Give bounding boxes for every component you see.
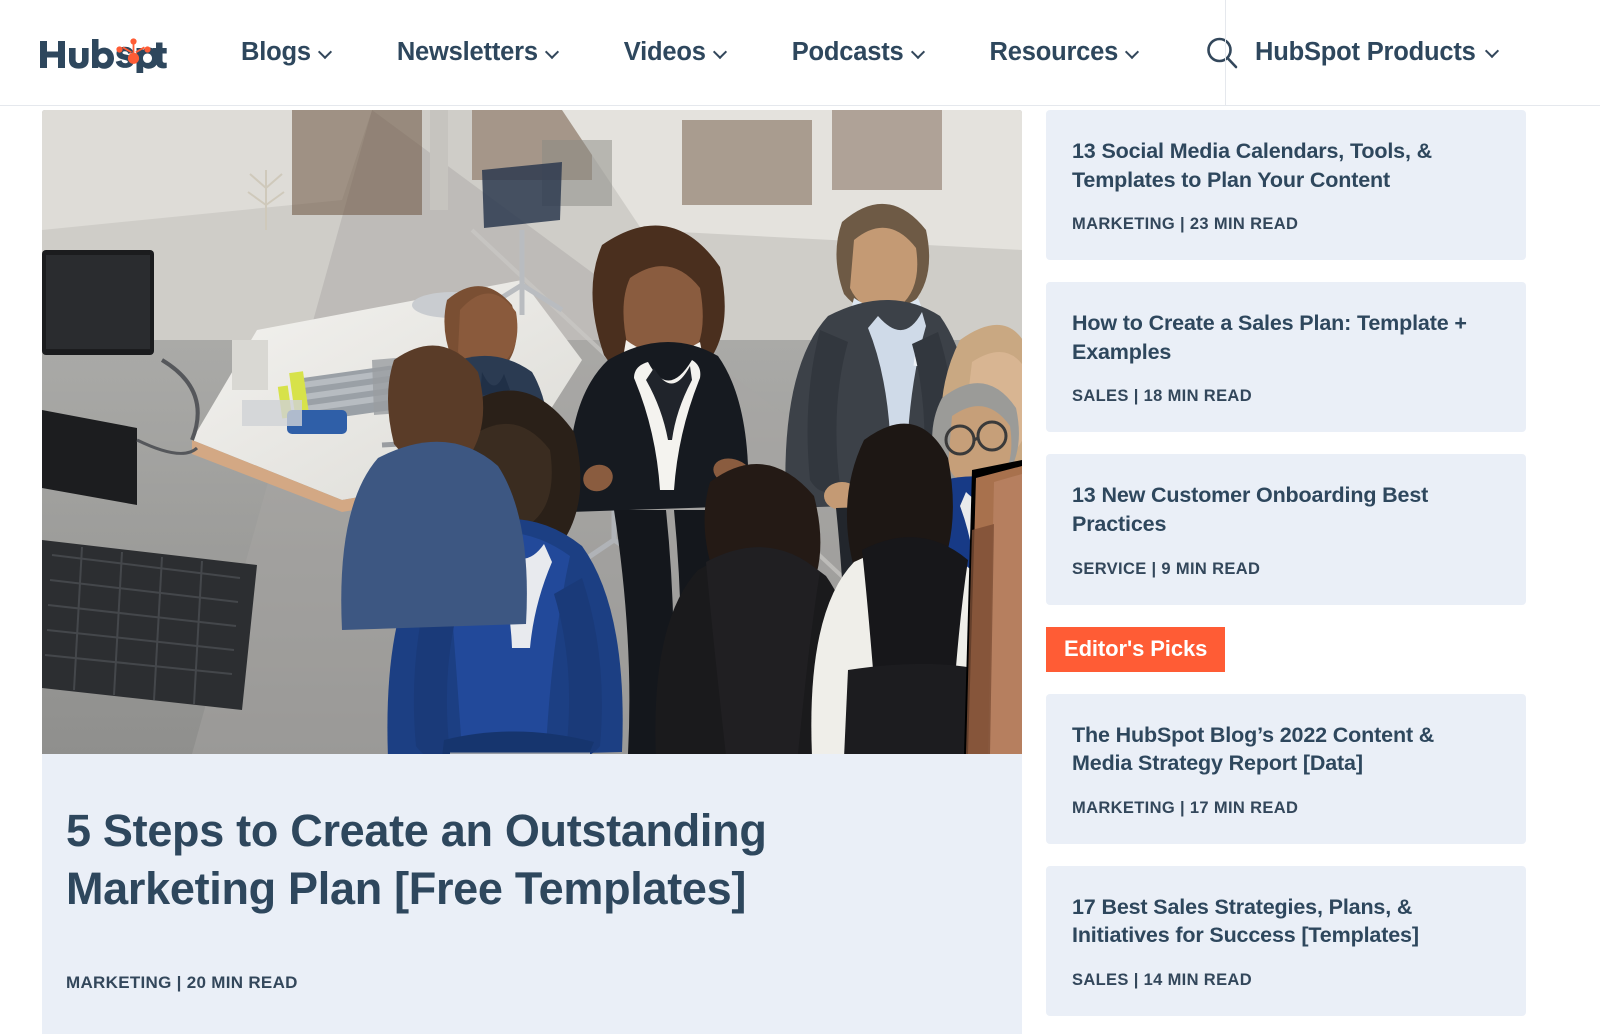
sidebar-article-title: 13 New Customer Onboarding Best Practice… <box>1072 483 1429 536</box>
hubspot-logo-icon <box>40 37 167 73</box>
nav-item-resources[interactable]: Resources <box>957 37 1172 66</box>
sidebar-article-title: The HubSpot Blog’s 2022 Content & Media … <box>1072 722 1435 776</box>
header-divider <box>1225 0 1226 106</box>
chevron-down-icon <box>715 47 726 58</box>
nav-item-label: Newsletters <box>396 37 538 66</box>
nav-item-label: HubSpot Products <box>1255 38 1476 67</box>
search-button[interactable] <box>1199 30 1245 76</box>
sidebar-article-meta: SALES | 18 MIN READ <box>1072 387 1252 406</box>
page-content: 5 Steps to Create an Outstanding Marketi… <box>0 106 1600 1034</box>
chevron-down-icon <box>1127 47 1138 58</box>
nav-item-videos[interactable]: Videos <box>591 37 759 66</box>
chevron-down-icon <box>320 47 331 58</box>
nav-item-blogs[interactable]: Blogs <box>208 37 364 66</box>
search-icon <box>1207 37 1238 68</box>
sidebar-article-meta: SERVICE | 9 MIN READ <box>1072 559 1261 578</box>
primary-navigation: Blogs Newsletters Videos Podcasts Resour… <box>208 37 1172 66</box>
nav-item-newsletters[interactable]: Newsletters <box>364 37 591 66</box>
sidebar-picks-card-1[interactable]: The HubSpot Blog’s 2022 Content & Media … <box>1046 693 1526 844</box>
sidebar-article-title: 17 Best Sales Strategies, Plans, & Initi… <box>1072 894 1419 948</box>
sidebar-article-title: How to Create a Sales Plan: Template + E… <box>1072 311 1467 364</box>
featured-article-image <box>42 110 1022 754</box>
chevron-down-icon <box>1487 46 1498 57</box>
editors-picks-badge[interactable]: Editor's Picks <box>1046 626 1226 672</box>
sidebar-article-card-2[interactable]: How to Create a Sales Plan: Template + E… <box>1046 282 1526 433</box>
sidebar-article-meta: SALES | 14 MIN READ <box>1072 970 1252 989</box>
site-header: Blogs Newsletters Videos Podcasts Resour… <box>0 0 1600 106</box>
article-sidebar: 13 Social Media Calendars, Tools, & Temp… <box>1046 110 1526 1034</box>
featured-article-meta: MARKETING | 20 MIN READ <box>66 973 298 993</box>
sidebar-article-meta: MARKETING | 23 MIN READ <box>1072 215 1299 234</box>
featured-article-card[interactable]: 5 Steps to Create an Outstanding Marketi… <box>42 110 1022 1034</box>
nav-item-podcasts[interactable]: Podcasts <box>759 37 957 66</box>
nav-item-hubspot-products[interactable]: HubSpot Products <box>1255 0 1498 106</box>
nav-item-label: Blogs <box>241 37 311 66</box>
hubspot-logo[interactable] <box>0 33 208 73</box>
nav-item-label: Videos <box>623 37 706 66</box>
chevron-down-icon <box>913 47 924 58</box>
office-meeting-photo <box>42 110 1022 754</box>
sidebar-picks-card-2[interactable]: 17 Best Sales Strategies, Plans, & Initi… <box>1046 865 1526 1016</box>
sidebar-article-card-3[interactable]: 13 New Customer Onboarding Best Practice… <box>1046 454 1526 605</box>
featured-article-body: 5 Steps to Create an Outstanding Marketi… <box>42 754 1022 1034</box>
nav-item-label: Podcasts <box>791 37 904 66</box>
sidebar-article-card-1[interactable]: 13 Social Media Calendars, Tools, & Temp… <box>1046 110 1526 261</box>
sidebar-article-meta: MARKETING | 17 MIN READ <box>1072 798 1299 817</box>
chevron-down-icon <box>547 47 558 58</box>
featured-article-title[interactable]: 5 Steps to Create an Outstanding Marketi… <box>66 802 826 917</box>
sidebar-article-title: 13 Social Media Calendars, Tools, & Temp… <box>1072 139 1432 192</box>
nav-item-label: Resources <box>989 37 1119 66</box>
